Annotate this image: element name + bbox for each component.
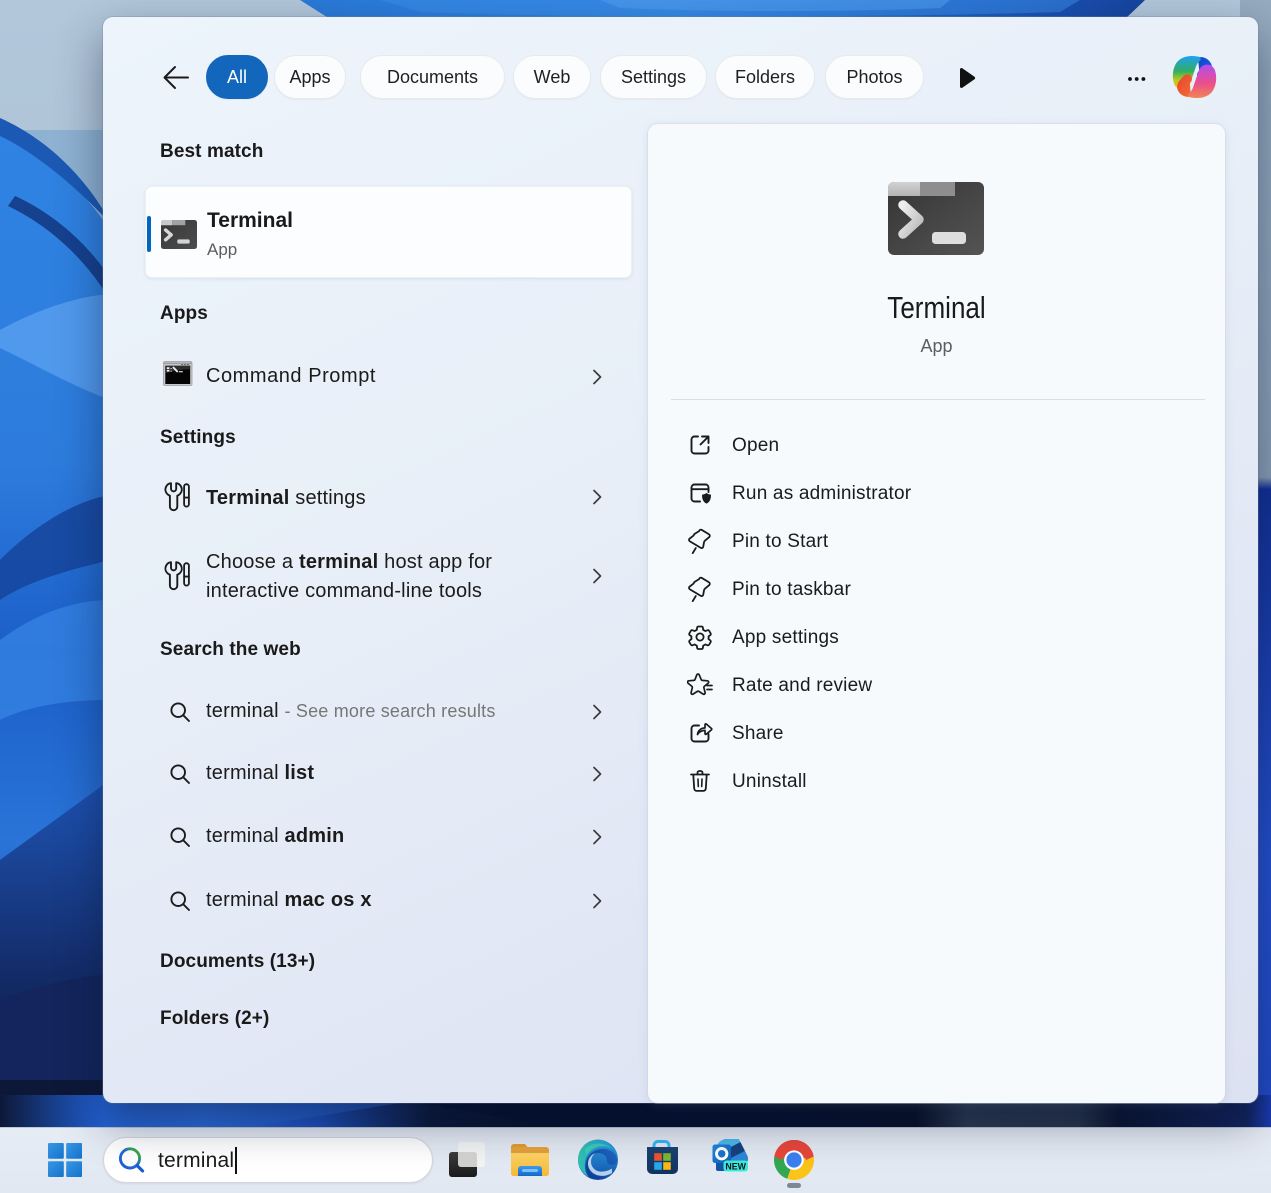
svg-text:NEW: NEW — [725, 1161, 746, 1171]
